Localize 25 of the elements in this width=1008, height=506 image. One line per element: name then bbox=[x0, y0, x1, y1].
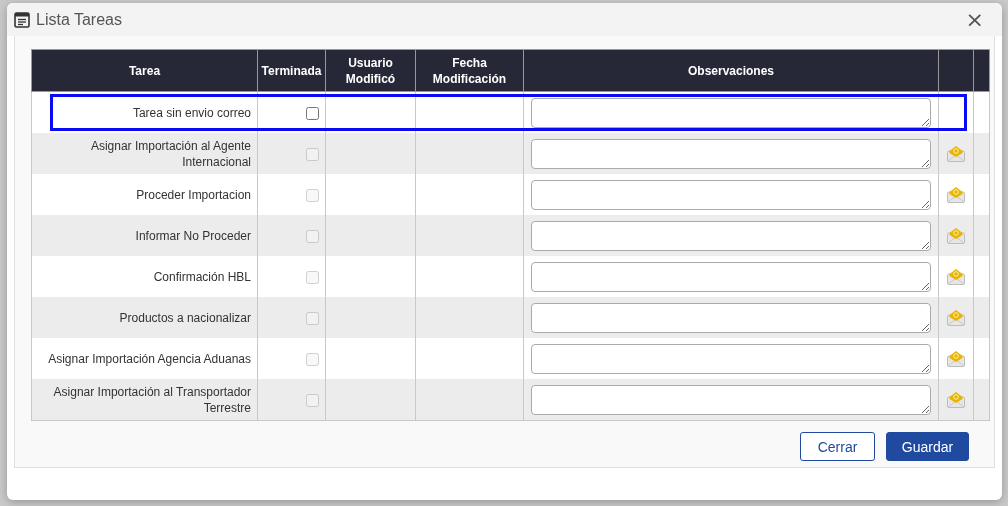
save-button[interactable]: Guardar bbox=[886, 432, 969, 461]
observation-field[interactable] bbox=[531, 261, 931, 292]
checkbox[interactable] bbox=[306, 106, 319, 120]
column-header: Usuario Modificó bbox=[325, 49, 416, 92]
observation-field[interactable] bbox=[531, 384, 931, 415]
table-cell: Informar No Proceder bbox=[31, 215, 258, 256]
table-cell: Productos a nacionalizar bbox=[31, 297, 258, 338]
table-cell: Asignar Importación al Agente Internacional bbox=[31, 133, 258, 174]
table-cell: Proceder Importacion bbox=[31, 174, 258, 215]
column-header: Tarea bbox=[31, 49, 258, 92]
column-header: Observaciones bbox=[523, 49, 939, 92]
column-header: Terminada bbox=[257, 49, 326, 92]
table-cell: Confirmación HBL bbox=[31, 256, 258, 297]
close-button[interactable]: × bbox=[961, 8, 988, 31]
observation-field[interactable] bbox=[531, 302, 931, 333]
list-icon bbox=[14, 11, 30, 28]
observation-field[interactable] bbox=[531, 138, 931, 169]
observation-field[interactable] bbox=[531, 220, 931, 251]
table-cell: Asignar Importación Agencia Aduanas bbox=[31, 338, 258, 379]
observation-field[interactable] bbox=[531, 343, 931, 374]
column-header: Fecha Modificación bbox=[415, 49, 524, 92]
table-cell: Asignar Importación al Transportador Terrestre bbox=[31, 379, 258, 421]
observation-field[interactable] bbox=[531, 179, 931, 210]
close-button[interactable]: Cerrar bbox=[800, 432, 875, 461]
dialog-title: Lista Tareas bbox=[36, 10, 123, 29]
